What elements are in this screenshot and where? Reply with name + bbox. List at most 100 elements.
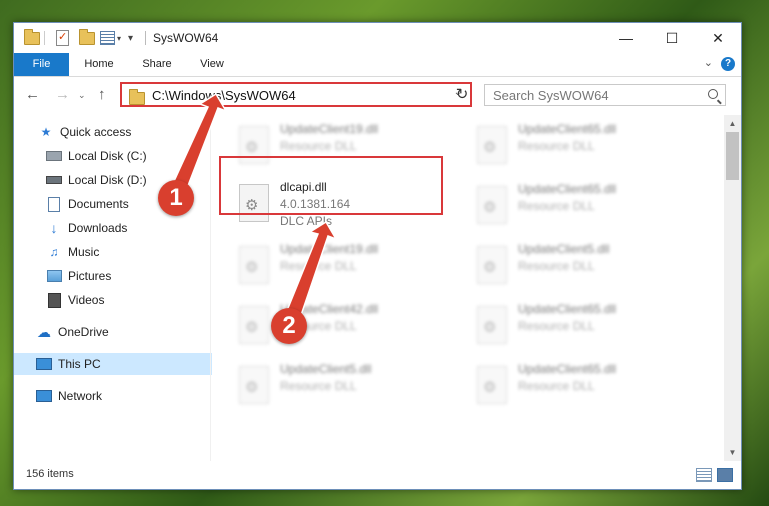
title-separator (145, 31, 146, 45)
list-item[interactable]: ⚙ UpdateClient65.dll Resource DLL (470, 179, 695, 235)
file-name: UpdateClient5.dll (518, 242, 610, 256)
sidebar-item-label: This PC (58, 357, 101, 371)
file-type: Resource DLL (280, 139, 357, 153)
list-item[interactable]: ⚙ UpdateClient19.dll Resource DLL (232, 239, 457, 295)
file-name: UpdateClient65.dll (518, 122, 617, 136)
dll-file-icon: ⚙ (239, 246, 269, 284)
file-type: Resource DLL (518, 319, 595, 333)
sidebar-item-label: Music (68, 245, 100, 259)
list-item[interactable]: ⚙ UpdateClient65.dll Resource DLL (470, 359, 695, 415)
up-arrow-icon[interactable]: ↑ (98, 86, 106, 103)
scroll-thumb[interactable] (726, 132, 739, 180)
cloud-icon: ☁ (37, 323, 51, 340)
file-type: Resource DLL (280, 259, 357, 273)
sidebar-item-label: Local Disk (C:) (68, 149, 147, 163)
sidebar-item-onedrive[interactable]: ☁ OneDrive (14, 321, 228, 343)
scroll-up-icon[interactable]: ▲ (724, 115, 741, 132)
recent-locations-icon[interactable]: ⌄ (78, 90, 86, 101)
sidebar-item-network[interactable]: Network (14, 385, 228, 407)
sidebar-item-label: Documents (68, 197, 129, 211)
sidebar-item-pictures[interactable]: Pictures 📌 (14, 265, 238, 287)
title-bar: ▾ ▾ SysWOW64 — ☐ ✕ (14, 23, 741, 53)
star-icon: ★ (40, 125, 52, 139)
sidebar-item-documents[interactable]: Documents 📌 (14, 193, 238, 215)
new-folder-icon[interactable] (79, 28, 95, 46)
close-button[interactable]: ✕ (695, 23, 741, 53)
file-name: UpdateClient65.dll (518, 302, 617, 316)
drive-icon (46, 173, 62, 187)
file-name: UpdateClient65.dll (518, 182, 617, 196)
music-icon: ♫ (49, 245, 59, 259)
pane-splitter[interactable] (210, 115, 211, 461)
details-view-icon[interactable] (696, 468, 712, 482)
sidebar-item-downloads[interactable]: ↓ Downloads 📌 (14, 217, 238, 239)
list-item[interactable]: ⚙ UpdateClient5.dll Resource DLL (470, 239, 695, 295)
film-icon (46, 292, 62, 308)
pictures-icon (46, 269, 62, 283)
tab-view[interactable]: View (190, 53, 234, 76)
tab-home[interactable]: Home (76, 53, 122, 76)
file-explorer-window: ▾ ▾ SysWOW64 — ☐ ✕ File Home Share View … (13, 22, 742, 490)
sidebar-item-label: Pictures (68, 269, 112, 283)
expand-ribbon-icon[interactable]: ⌄ (704, 56, 713, 69)
dll-file-icon: ⚙ (239, 306, 269, 344)
customize-toolbar-icon[interactable]: ▾ (128, 30, 133, 46)
help-button[interactable]: ? (721, 57, 735, 71)
list-item[interactable]: ⚙ UpdateClient42.dll Resource DLL (232, 299, 457, 355)
file-description: DLC APIs (280, 214, 333, 228)
item-count: 156 items (26, 468, 74, 480)
file-type: Resource DLL (518, 259, 595, 273)
sidebar-item-label: Videos (68, 293, 105, 307)
drive-icon (46, 149, 62, 163)
address-path[interactable]: C:\Windows\SysWOW64 (152, 88, 296, 103)
scroll-down-icon[interactable]: ▼ (724, 444, 741, 461)
dll-file-icon: ⚙ (477, 246, 507, 284)
navigation-pane: ★ Quick access Local Disk (C:) 📌 Local D… (14, 115, 235, 461)
refresh-icon[interactable]: ↻ (452, 82, 472, 107)
dll-file-icon: ⚙ (477, 126, 507, 164)
step-2-marker: 2 (271, 308, 307, 344)
window-title: SysWOW64 (153, 31, 219, 45)
file-name: UpdateClient65.dll (518, 362, 617, 376)
tab-file[interactable]: File (14, 53, 69, 76)
minimize-button[interactable]: — (603, 23, 649, 53)
list-item[interactable]: ⚙ UpdateClient5.dll Resource DLL (232, 359, 457, 415)
dll-file-icon: ⚙ (477, 306, 507, 344)
search-icon[interactable] (708, 89, 718, 99)
dll-file-icon: ⚙ (477, 366, 507, 404)
forward-arrow-icon[interactable]: → (55, 86, 70, 103)
search-placeholder: Search SysWOW64 (493, 88, 609, 103)
list-item[interactable]: ⚙ UpdateClient65.dll Resource DLL (470, 299, 695, 355)
file-name: UpdateClient19.dll (280, 242, 379, 256)
file-type: Resource DLL (518, 139, 595, 153)
sidebar-item-quick-access[interactable]: ★ Quick access (14, 121, 230, 143)
sidebar-item-label: Local Disk (D:) (68, 173, 147, 187)
sidebar-item-videos[interactable]: Videos 📌 (14, 289, 238, 311)
file-type: Resource DLL (280, 379, 357, 393)
list-item[interactable]: ⚙ UpdateClient65.dll Resource DLL (470, 119, 695, 175)
quick-access-separator (44, 31, 45, 45)
monitor-icon (36, 357, 52, 371)
address-bar[interactable]: C:\Windows\SysWOW64 ⌄ (120, 82, 472, 107)
vertical-scrollbar[interactable]: ▲ ▼ (724, 115, 741, 461)
sidebar-item-local-disk-d[interactable]: Local Disk (D:) 📌 (14, 169, 238, 191)
tab-share[interactable]: Share (132, 53, 182, 76)
sidebar-item-music[interactable]: ♫ Music 📌 (14, 241, 238, 263)
search-input[interactable]: Search SysWOW64 (484, 84, 726, 106)
file-highlight-box (219, 156, 443, 215)
file-type: Resource DLL (518, 199, 595, 213)
step-1-marker: 1 (158, 180, 194, 216)
folder-icon (24, 28, 40, 46)
back-arrow-icon[interactable]: ← (25, 86, 40, 103)
properties-icon[interactable] (56, 30, 69, 46)
maximize-button[interactable]: ☐ (649, 23, 695, 53)
view-options-icon[interactable]: ▾ (100, 30, 121, 46)
large-icons-view-icon[interactable] (717, 468, 733, 482)
sidebar-item-label: Quick access (60, 125, 132, 139)
file-name: UpdateClient19.dll (280, 122, 379, 136)
sidebar-item-local-disk-c[interactable]: Local Disk (C:) 📌 (14, 145, 238, 167)
dll-file-icon: ⚙ (477, 186, 507, 224)
sidebar-item-this-pc[interactable]: This PC (14, 353, 228, 375)
status-bar: 156 items (14, 461, 741, 489)
network-icon (36, 389, 52, 403)
